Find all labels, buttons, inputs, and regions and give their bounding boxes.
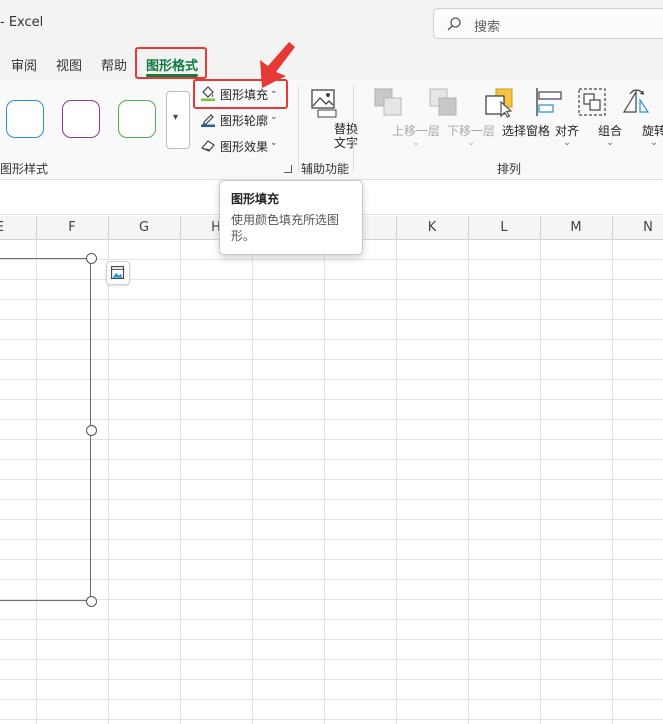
tab-help[interactable]: 帮助: [101, 55, 127, 74]
window-title: - Excel: [0, 15, 44, 30]
send-backward-button[interactable]: 下移一层 ⌄: [415, 84, 495, 156]
column-header-n[interactable]: N: [638, 220, 658, 235]
shape-style-green[interactable]: [118, 100, 156, 138]
column-header-e[interactable]: E: [0, 220, 10, 235]
shape-outline-button[interactable]: 图形轮廓 ⌄: [197, 108, 283, 130]
chevron-down-icon: ⌄: [270, 112, 278, 122]
column-divider: [540, 216, 541, 240]
layout-options-icon: [110, 266, 125, 280]
tab-review[interactable]: 审阅: [11, 55, 37, 74]
search-placeholder: 搜索: [474, 20, 501, 35]
rotate-icon: [622, 89, 650, 113]
column-header-k[interactable]: K: [422, 220, 442, 235]
cell-grid[interactable]: [0, 240, 663, 724]
selection-pane-icon: [485, 88, 513, 118]
column-divider: [612, 216, 613, 240]
shape-effects-button[interactable]: 图形效果 ⌄: [197, 134, 283, 156]
gallery-more-icon: ▾: [173, 112, 179, 123]
column-header-f[interactable]: F: [62, 220, 82, 235]
send-backward-icon: [429, 88, 457, 116]
pen-outline-icon: [201, 114, 215, 127]
shape-outline-label: 图形轮廓: [220, 114, 269, 128]
group-label-arrange: 排列: [497, 162, 522, 176]
highlight-box-fill: [193, 79, 288, 109]
resize-handle-top-right[interactable]: [86, 253, 97, 264]
shape-effects-label: 图形效果: [220, 140, 269, 154]
chevron-down-icon: ⌄: [270, 138, 278, 148]
ribbon-tabs: 审阅 视图 帮助 图形格式: [0, 46, 663, 80]
selection-pane-button[interactable]: 选择窗格: [472, 84, 550, 156]
column-divider: [36, 216, 37, 240]
alt-text-button[interactable]: 替换 文字: [302, 84, 358, 156]
column-divider: [396, 216, 397, 240]
search-input[interactable]: 搜索: [433, 8, 663, 39]
column-header-l[interactable]: L: [494, 220, 514, 235]
highlight-box-tab: [135, 47, 207, 79]
layout-options-button[interactable]: [106, 261, 130, 285]
align-button[interactable]: 对齐 ⌄: [531, 84, 579, 156]
ribbon-separator: [353, 86, 354, 172]
selected-shape[interactable]: [0, 258, 91, 601]
column-divider: [108, 216, 109, 240]
search-icon: [447, 17, 461, 31]
group-label-accessibility: 辅助功能: [301, 162, 350, 176]
shape-style-blue[interactable]: [6, 100, 44, 138]
ribbon: ▾ 图形样式 图形填充 ⌄ 图形轮廓 ⌄ 图形效果 ⌄ 替换 文字 辅助功能 上…: [0, 79, 663, 180]
group-objects-icon: [578, 88, 606, 116]
resize-handle-right[interactable]: [86, 425, 97, 436]
rotate-label: 旋转: [641, 124, 663, 138]
tab-view[interactable]: 视图: [56, 55, 82, 74]
column-divider: [180, 216, 181, 240]
resize-handle-bottom-right[interactable]: [86, 596, 97, 607]
group-button[interactable]: 组合 ⌄: [574, 84, 622, 156]
dialog-launcher-icon[interactable]: [284, 165, 292, 173]
tooltip-title: 图形填充: [231, 192, 280, 206]
column-header-m[interactable]: M: [566, 220, 586, 235]
rotate-button[interactable]: 旋转 ⌄: [618, 84, 663, 156]
column-divider: [468, 216, 469, 240]
title-bar: - Excel 搜索: [0, 0, 663, 46]
chevron-down-icon: ⌄: [650, 138, 658, 148]
tooltip-body: 使用颜色填充所选图形。: [231, 213, 340, 243]
shape-style-purple[interactable]: [62, 100, 100, 138]
shape-effects-icon: [201, 140, 215, 152]
group-label-shape-styles: 图形样式: [0, 162, 49, 176]
bring-forward-icon: [374, 88, 402, 116]
align-icon: [536, 88, 562, 116]
column-header-g[interactable]: G: [134, 220, 154, 235]
bring-forward-button[interactable]: 上移一层 ⌄: [360, 84, 440, 156]
gallery-more-button[interactable]: ▾: [166, 91, 190, 149]
tooltip-shape-fill: 图形填充 使用颜色填充所选图形。: [219, 180, 363, 255]
ribbon-separator: [298, 86, 299, 172]
alt-text-icon: [311, 89, 337, 118]
